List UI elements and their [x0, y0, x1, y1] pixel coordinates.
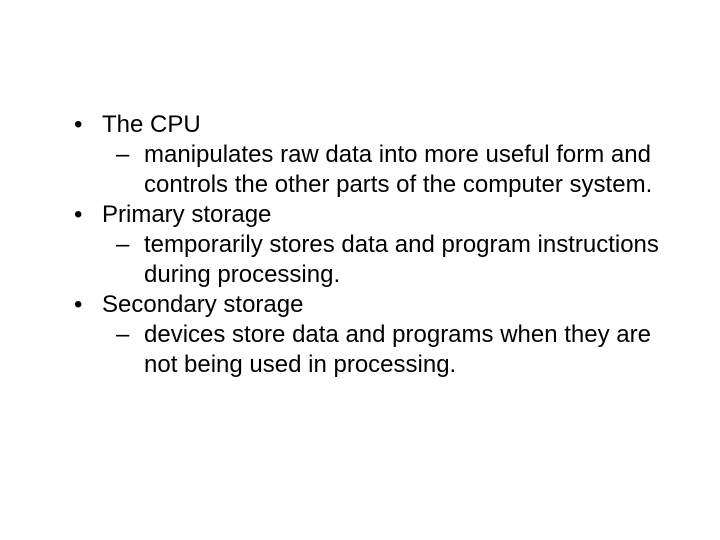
item-title: The CPU: [102, 111, 201, 138]
item-title: Primary storage: [102, 201, 271, 228]
sub-list: – temporarily stores data and program in…: [102, 230, 660, 290]
list-item: • Secondary storage – devices store data…: [60, 290, 660, 380]
dash-icon: –: [116, 140, 129, 170]
list-item: • The CPU – manipulates raw data into mo…: [60, 110, 660, 200]
bullet-list: • The CPU – manipulates raw data into mo…: [60, 110, 660, 380]
item-title: Secondary storage: [102, 291, 303, 318]
sub-list: – devices store data and programs when t…: [102, 320, 660, 380]
bullet-icon: •: [74, 200, 82, 230]
dash-icon: –: [116, 320, 129, 350]
bullet-icon: •: [74, 290, 82, 320]
sub-item-text: devices store data and programs when the…: [144, 321, 651, 378]
sub-list-item: – manipulates raw data into more useful …: [102, 140, 660, 200]
sub-item-text: temporarily stores data and program inst…: [144, 231, 659, 288]
slide-body: • The CPU – manipulates raw data into mo…: [0, 0, 720, 540]
sub-list: – manipulates raw data into more useful …: [102, 140, 660, 200]
dash-icon: –: [116, 230, 129, 260]
sub-item-text: manipulates raw data into more useful fo…: [144, 141, 652, 198]
list-item: • Primary storage – temporarily stores d…: [60, 200, 660, 290]
sub-list-item: – temporarily stores data and program in…: [102, 230, 660, 290]
bullet-icon: •: [74, 110, 82, 140]
sub-list-item: – devices store data and programs when t…: [102, 320, 660, 380]
